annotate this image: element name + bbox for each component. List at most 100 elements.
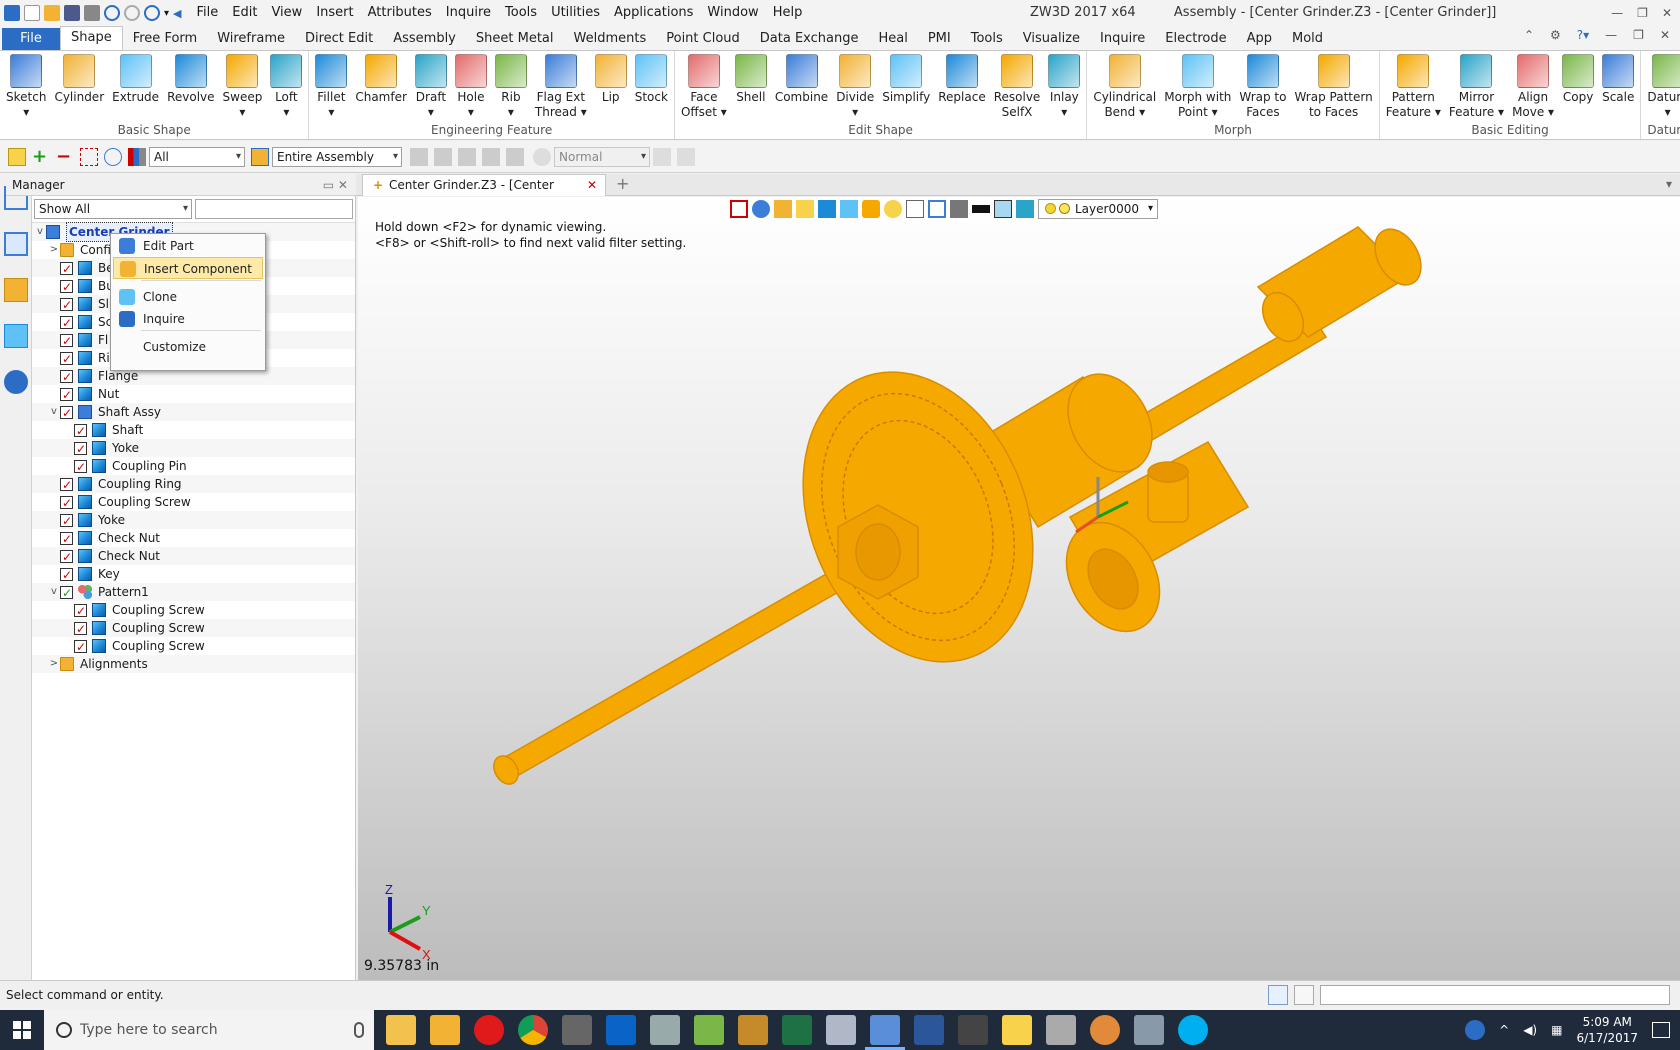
ribbon-tab-assembly[interactable]: Assembly [383,28,466,50]
menu-view[interactable]: View [264,0,309,26]
ribbon-tab-visualize[interactable]: Visualize [1013,28,1090,50]
view-cube-icon[interactable] [818,200,836,218]
menu-insert[interactable]: Insert [309,0,360,26]
context-customize[interactable]: Customize [113,336,263,358]
settings-gear-icon[interactable]: ⚙ [1550,28,1561,42]
visibility-checkbox[interactable] [74,458,87,476]
app-icon-18[interactable] [1134,1015,1164,1045]
ribbon-tab-inquire[interactable]: Inquire [1090,28,1155,50]
ribbon-tab-heal[interactable]: Heal [868,28,917,50]
3d-viewport[interactable]: Z Y X Hold down <F2> for dynamic viewing… [358,197,1680,980]
menu-applications[interactable]: Applications [607,0,700,26]
app-icon-7[interactable] [650,1015,680,1045]
layer-tool-icon[interactable] [1016,200,1034,218]
status-toggle-1-icon[interactable] [1268,985,1288,1005]
doc-close-icon[interactable]: ✕ [1660,28,1670,42]
restore-icon[interactable]: ❐ [1637,0,1648,26]
tree-item[interactable]: Check Nut [32,547,355,566]
visibility-checkbox[interactable] [60,512,73,530]
visibility-checkbox[interactable] [74,602,87,620]
context-clone[interactable]: Clone [113,286,263,308]
visibility-checkbox[interactable] [60,260,73,278]
ribbon-tab-mold[interactable]: Mold [1282,28,1333,50]
snap-icon-1[interactable] [410,147,428,166]
long-shaft[interactable] [499,556,870,782]
fit-icon[interactable] [796,200,814,218]
tree-item[interactable]: Yoke [32,511,355,530]
assembly-scope-icon[interactable] [251,147,269,166]
tab-menu-icon[interactable]: ▾ [1666,174,1672,194]
tree-item[interactable]: Coupling Screw [32,637,355,656]
pick-filter-icon[interactable] [8,147,26,166]
snap-icon-5[interactable] [506,147,524,166]
ribbon-tab-data-exchange[interactable]: Data Exchange [750,28,869,50]
doc-restore-icon[interactable]: ❐ [1633,28,1644,42]
context-insert-component[interactable]: Insert Component [113,257,263,279]
context-edit-part[interactable]: Edit Part [113,235,263,257]
visibility-checkbox[interactable] [60,278,73,296]
undo-icon[interactable] [104,5,120,21]
tree-item[interactable]: Coupling Ring [32,475,355,494]
ribbon-tab-direct-edit[interactable]: Direct Edit [295,28,383,50]
menu-window[interactable]: Window [700,0,765,26]
show-filter-combo[interactable]: Show All [34,199,192,219]
document-tab[interactable]: + Center Grinder.Z3 - [Center Grinder] ✕ [362,174,606,212]
microphone-icon[interactable] [354,1022,364,1038]
visibility-checkbox[interactable] [60,350,73,368]
ribbon-tab-free-form[interactable]: Free Form [123,28,207,50]
tree-item[interactable]: Yoke [32,439,355,458]
visibility-checkbox[interactable] [60,332,73,350]
app-icon-17[interactable] [1090,1015,1120,1045]
snap-icon-3[interactable] [458,147,476,166]
visibility-checkbox[interactable] [60,548,73,566]
word-icon[interactable] [914,1015,944,1045]
chrome-icon[interactable] [518,1015,548,1045]
open-file-icon[interactable] [44,5,60,21]
doc-minimize-icon[interactable]: — [1605,28,1617,42]
command-input[interactable] [1320,985,1670,1005]
minimize-icon[interactable]: — [1611,0,1623,26]
ribbon-tab-pmi[interactable]: PMI [918,28,961,50]
snap-icon-4[interactable] [482,147,500,166]
visibility-checkbox[interactable] [60,386,73,404]
display-mode-icon[interactable] [840,200,858,218]
user-icon[interactable] [4,370,28,394]
status-toggle-2-icon[interactable] [1294,985,1314,1005]
new-file-icon[interactable] [24,5,40,21]
tree-item[interactable]: Check Nut [32,529,355,548]
ribbon-tab-electrode[interactable]: Electrode [1155,28,1236,50]
panel-close-icon[interactable]: ▭ ✕ [323,174,348,196]
box-select-icon[interactable] [80,147,98,166]
sticky-notes-icon[interactable] [1002,1015,1032,1045]
app-icon-16[interactable] [1046,1015,1076,1045]
section-icon[interactable] [906,200,924,218]
collapse-ribbon-icon[interactable]: ⌃ [1524,28,1534,42]
ribbon-tab-sheet-metal[interactable]: Sheet Metal [466,28,564,50]
visibility-checkbox[interactable] [60,494,73,512]
ribbon-tab-weldments[interactable]: Weldments [564,28,657,50]
clip-icon[interactable] [928,200,946,218]
help-tray-icon[interactable] [1465,1020,1486,1040]
visibility-checkbox[interactable] [60,566,73,584]
menu-file[interactable]: File [190,0,226,26]
regen-icon[interactable] [144,5,160,21]
view-manager-icon[interactable] [4,324,28,348]
visibility-checkbox[interactable] [74,440,87,458]
back-arrow-icon[interactable]: ◀ [173,7,181,20]
ribbon-tab-wireframe[interactable]: Wireframe [207,28,295,50]
filter-combo[interactable]: All [149,146,245,167]
skype-icon[interactable] [1178,1015,1208,1045]
visibility-checkbox[interactable] [60,476,73,494]
visibility-checkbox[interactable] [60,530,73,548]
menu-utilities[interactable]: Utilities [544,0,607,26]
lighting-icon[interactable] [884,200,902,218]
start-button[interactable] [0,1010,44,1050]
expand-toggle-icon[interactable]: v [48,403,60,421]
visibility-checkbox[interactable] [60,314,73,332]
polygon-select-icon[interactable] [104,147,122,166]
tree-item[interactable]: Coupling Screw [32,601,355,620]
volume-icon[interactable]: ◀) [1523,1023,1537,1037]
app-icon-9[interactable] [738,1015,768,1045]
menu-edit[interactable]: Edit [225,0,264,26]
tree-item[interactable]: Shaft [32,421,355,440]
